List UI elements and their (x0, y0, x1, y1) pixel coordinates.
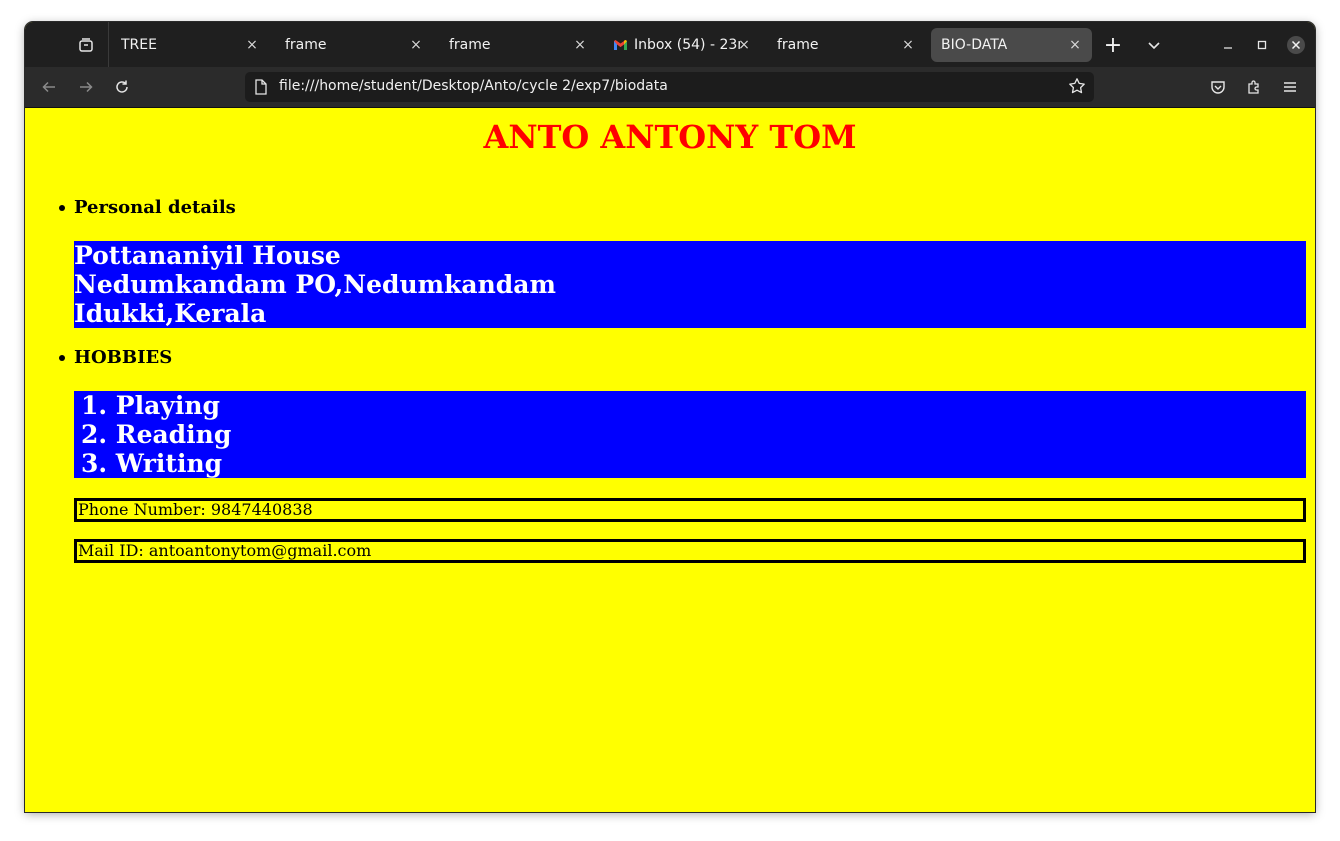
bookmark-star-icon[interactable] (1068, 77, 1086, 99)
hobbies-list: 1. Playing 2. Reading 3. Writing (74, 391, 1306, 478)
new-tab-button[interactable]: + (1102, 33, 1124, 58)
tab-close-icon[interactable]: × (899, 36, 917, 54)
tab-close-icon[interactable]: × (571, 36, 589, 54)
back-arrow-icon[interactable] (38, 76, 60, 98)
tab-label: BIO-DATA (941, 37, 1008, 53)
tab-frame-1[interactable]: frame × (275, 28, 433, 62)
hobby-item: 2. Reading (81, 420, 232, 449)
list-tabs-chevron-icon[interactable] (1143, 34, 1165, 56)
phone-number: Phone Number: 9847440838 (74, 498, 1306, 522)
address-line: Idukki,Kerala (74, 299, 267, 328)
tab-label: Inbox (54) - 23m (634, 37, 740, 53)
tab-frame-2[interactable]: frame × (439, 28, 597, 62)
tab-separator (108, 22, 109, 67)
url-text[interactable]: file:///home/student/Desktop/Anto/cycle … (279, 78, 668, 94)
tab-label: TREE (121, 37, 157, 53)
address-bar[interactable]: file:///home/student/Desktop/Anto/cycle … (245, 72, 1094, 102)
browser-window: TREE × frame × frame × Inbox (54) - 23m … (24, 21, 1316, 813)
address-line: Pottananiyil House (74, 241, 341, 270)
hobbies-heading: HOBBIES (74, 347, 173, 368)
maximize-button[interactable] (1251, 34, 1273, 56)
extensions-icon[interactable] (1243, 76, 1265, 98)
close-window-button[interactable] (1285, 34, 1307, 56)
tab-tree[interactable]: TREE × (111, 28, 269, 62)
tab-manager-icon[interactable] (75, 34, 97, 56)
page-title: ANTO ANTONY TOM (483, 118, 857, 156)
tab-label: frame (449, 37, 491, 53)
page-content: ANTO ANTONY TOM Personal details Pottana… (25, 108, 1315, 812)
tab-close-icon[interactable]: × (243, 36, 261, 54)
hobby-item: 1. Playing (81, 391, 220, 420)
minimize-button[interactable] (1217, 34, 1239, 56)
tab-bar: TREE × frame × frame × Inbox (54) - 23m … (25, 22, 1315, 67)
tab-inbox[interactable]: Inbox (54) - 23m × (603, 28, 761, 62)
personal-details-heading: Personal details (74, 197, 236, 218)
tab-close-icon[interactable]: × (407, 36, 425, 54)
navigation-bar: file:///home/student/Desktop/Anto/cycle … (25, 67, 1315, 108)
tab-label: frame (285, 37, 327, 53)
bullet-dot (59, 204, 65, 211)
address-line: Nedumkandam PO,Nedumkandam (74, 270, 556, 299)
pocket-icon[interactable] (1207, 76, 1229, 98)
menu-icon[interactable] (1279, 76, 1301, 98)
page-icon (254, 79, 268, 99)
address-block: Pottananiyil House Nedumkandam PO,Nedumk… (74, 241, 1306, 328)
gmail-icon (613, 39, 628, 51)
tab-frame-3[interactable]: frame × (767, 28, 925, 62)
personal-details-item: Personal details (59, 197, 236, 218)
tab-close-icon[interactable]: × (1066, 36, 1084, 54)
hobbies-item: HOBBIES (59, 347, 172, 368)
mail-id: Mail ID: antoantonytom@gmail.com (74, 539, 1306, 563)
tab-bio-data[interactable]: BIO-DATA × (931, 28, 1092, 62)
tab-label: frame (777, 37, 819, 53)
bullet-dot (59, 354, 65, 361)
tab-close-icon[interactable]: × (735, 36, 753, 54)
reload-icon[interactable] (111, 76, 133, 98)
hobby-item: 3. Writing (81, 449, 223, 478)
forward-arrow-icon[interactable] (75, 76, 97, 98)
